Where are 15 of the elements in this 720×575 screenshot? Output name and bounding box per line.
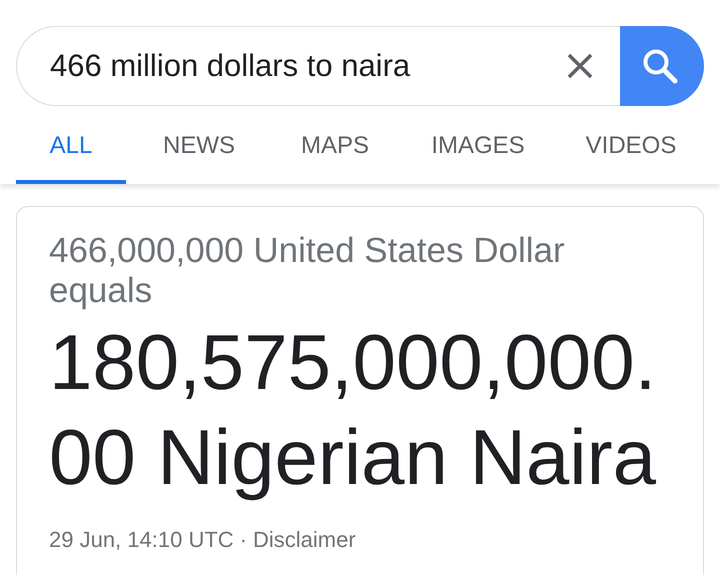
tab[interactable]: MAPS: [272, 120, 398, 184]
source-amount: 466,000,000 United States Dollar equals: [49, 231, 566, 311]
tab[interactable]: NEWS: [126, 120, 272, 184]
clear-button[interactable]: [540, 26, 620, 106]
search-button[interactable]: [620, 26, 704, 106]
timestamp: 29 Jun, 14:10 UTC: [49, 527, 234, 553]
tab[interactable]: VIDEOS: [558, 120, 704, 184]
disclaimer-link[interactable]: Disclaimer: [253, 527, 356, 553]
close-icon: [567, 53, 593, 79]
converted-amount: 180,575,000,000.00 Nigerian Naira: [49, 317, 658, 503]
search-field[interactable]: 466 million dollars to naira: [16, 26, 540, 106]
separator: ·: [240, 527, 247, 553]
tab[interactable]: ALL: [16, 120, 126, 184]
tab[interactable]: IMAGES: [398, 120, 558, 184]
search-icon: [641, 47, 679, 85]
